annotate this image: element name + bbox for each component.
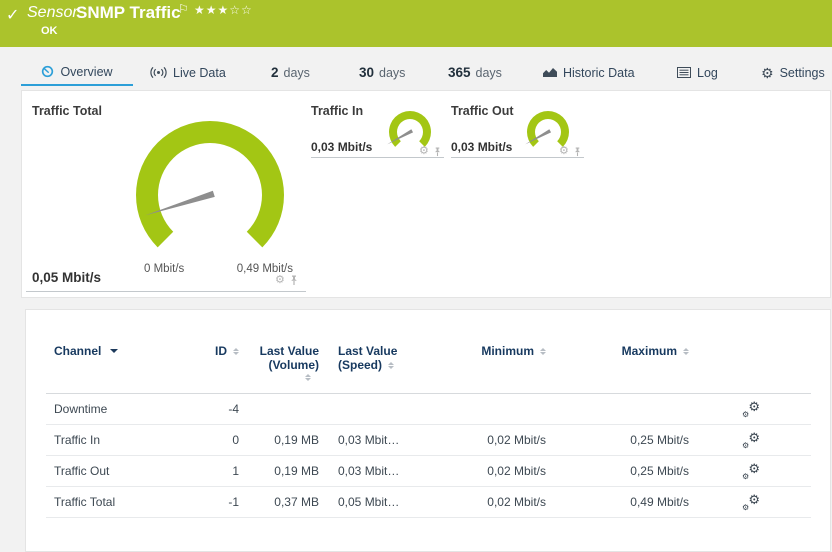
- channel-name[interactable]: Traffic Total: [46, 487, 184, 518]
- gauge-in-title: Traffic In: [311, 104, 363, 118]
- column-header-last-value-volume[interactable]: Last Value (Volume): [239, 344, 319, 381]
- last-value-volume: 0,19 MB: [239, 456, 319, 487]
- channel-id: -1: [184, 487, 239, 518]
- channel-id: 0: [184, 425, 239, 456]
- tab-label: Live Data: [173, 66, 226, 80]
- maximum-value: [546, 394, 689, 425]
- sensor-kind-label: Sensor: [27, 4, 78, 22]
- status-check-icon: ✓: [6, 5, 19, 25]
- column-header-last-value-speed[interactable]: Last Value (Speed): [319, 344, 464, 381]
- module-underline: [26, 291, 306, 292]
- pin-icon[interactable]: [289, 275, 299, 286]
- last-value-volume: 0,37 MB: [239, 487, 319, 518]
- channel-table-header: Channel ID Last Value (Volume) Last Valu…: [46, 344, 811, 394]
- column-header-maximum[interactable]: Maximum: [546, 344, 689, 381]
- maximum-value: 0,49 Mbit/s: [546, 487, 689, 518]
- last-value-speed: 0,03 Mbit…: [319, 456, 464, 487]
- gauge-out-title: Traffic Out: [451, 104, 514, 118]
- channel-name[interactable]: Traffic Out: [46, 456, 184, 487]
- channel-settings-gears-icon[interactable]: ⚙⚙: [742, 433, 760, 449]
- module-actions: ⚙: [275, 275, 299, 286]
- sort-caret-icon: [110, 349, 118, 357]
- channel-name[interactable]: Traffic In: [46, 425, 184, 456]
- channel-name[interactable]: Downtime: [46, 394, 184, 425]
- tab-log[interactable]: Log: [677, 59, 718, 86]
- live-data-icon: [150, 66, 167, 79]
- channel-table-panel: Channel ID Last Value (Volume) Last Valu…: [25, 309, 831, 552]
- tab-number: 30: [359, 65, 374, 80]
- tab-30-days[interactable]: 30 days: [359, 59, 405, 86]
- module-actions: ⚙: [419, 146, 442, 157]
- column-header-channel[interactable]: Channel: [46, 344, 184, 381]
- pin-icon[interactable]: [433, 147, 442, 157]
- priority-stars[interactable]: ★★★☆☆: [194, 3, 253, 17]
- minimum-value: 0,02 Mbit/s: [464, 456, 546, 487]
- tab-bar: Overview Live Data 2 days 30 days: [0, 59, 832, 86]
- module-gear-icon[interactable]: ⚙: [559, 146, 569, 157]
- module-underline: [451, 157, 584, 158]
- traffic-total-gauge: [128, 113, 292, 277]
- maximum-value: 0,25 Mbit/s: [546, 425, 689, 456]
- flag-icon[interactable]: ⚐: [178, 2, 189, 16]
- module-actions: ⚙: [559, 146, 582, 157]
- last-value-speed: [319, 394, 464, 425]
- column-header-id[interactable]: ID: [184, 344, 239, 381]
- minimum-value: [464, 394, 546, 425]
- table-row-traffic-total: Traffic Total -1 0,37 MB 0,05 Mbit… 0,02…: [46, 487, 811, 518]
- tab-label: days: [379, 66, 405, 80]
- prtg-sensor-page: ✓ Sensor SNMP Traffic ⚐ ★★★☆☆ OK Overvie…: [0, 0, 832, 552]
- gauge-icon: [41, 65, 54, 78]
- historic-chart-icon: [543, 67, 557, 78]
- channel-id: -4: [184, 394, 239, 425]
- module-gear-icon[interactable]: ⚙: [419, 146, 429, 157]
- gauge-scale-min: 0 Mbit/s: [144, 263, 184, 275]
- channel-settings-gears-icon[interactable]: ⚙⚙: [742, 495, 760, 511]
- table-row-traffic-in: Traffic In 0 0,19 MB 0,03 Mbit… 0,02 Mbi…: [46, 425, 811, 456]
- last-value-speed: 0,05 Mbit…: [319, 487, 464, 518]
- settings-gear-icon: ⚙: [761, 66, 774, 80]
- channel-settings-gears-icon[interactable]: ⚙⚙: [742, 402, 760, 418]
- tab-settings[interactable]: ⚙ Settings: [761, 59, 825, 86]
- traffic-in-value: 0,03 Mbit/s: [311, 140, 372, 154]
- table-row-traffic-out: Traffic Out 1 0,19 MB 0,03 Mbit… 0,02 Mb…: [46, 456, 811, 487]
- tab-2-days[interactable]: 2 days: [271, 59, 310, 86]
- tab-label: days: [284, 66, 310, 80]
- sensor-title: SNMP Traffic: [76, 3, 181, 23]
- log-icon: [677, 67, 691, 78]
- traffic-out-value: 0,03 Mbit/s: [451, 140, 512, 154]
- column-header-minimum[interactable]: Minimum: [464, 344, 546, 381]
- module-underline: [311, 157, 444, 158]
- table-row-downtime: Downtime -4 ⚙⚙: [46, 394, 811, 425]
- tab-label: days: [476, 66, 502, 80]
- minimum-value: 0,02 Mbit/s: [464, 425, 546, 456]
- gauge-total-title: Traffic Total: [32, 104, 102, 118]
- sort-arrows-icon: [305, 374, 311, 381]
- last-value-volume: [239, 394, 319, 425]
- last-value-volume: 0,19 MB: [239, 425, 319, 456]
- sort-arrows-icon: [388, 362, 394, 369]
- traffic-total-value: 0,05 Mbit/s: [32, 270, 101, 285]
- minimum-value: 0,02 Mbit/s: [464, 487, 546, 518]
- maximum-value: 0,25 Mbit/s: [546, 456, 689, 487]
- channel-settings-gears-icon[interactable]: ⚙⚙: [742, 464, 760, 480]
- last-value-speed: 0,03 Mbit…: [319, 425, 464, 456]
- tab-overview[interactable]: Overview: [21, 59, 133, 86]
- tab-number: 2: [271, 65, 279, 80]
- tab-historic-data[interactable]: Historic Data: [543, 59, 635, 86]
- tab-number: 365: [448, 65, 471, 80]
- module-gear-icon[interactable]: ⚙: [275, 275, 285, 286]
- tab-365-days[interactable]: 365 days: [448, 59, 502, 86]
- tab-label: Historic Data: [563, 66, 635, 80]
- sensor-status-bar: ✓ Sensor SNMP Traffic ⚐ ★★★☆☆ OK: [0, 0, 832, 47]
- tab-label: Settings: [780, 66, 825, 80]
- tab-label: Log: [697, 66, 718, 80]
- tab-live-data[interactable]: Live Data: [150, 59, 226, 86]
- channel-id: 1: [184, 456, 239, 487]
- pin-icon[interactable]: [573, 147, 582, 157]
- gauges-panel: Traffic Total 0 Mbit/s 0,49 Mbit/s 0,05 …: [21, 90, 831, 298]
- tab-label: Overview: [60, 65, 112, 79]
- sensor-status-text: OK: [41, 25, 58, 37]
